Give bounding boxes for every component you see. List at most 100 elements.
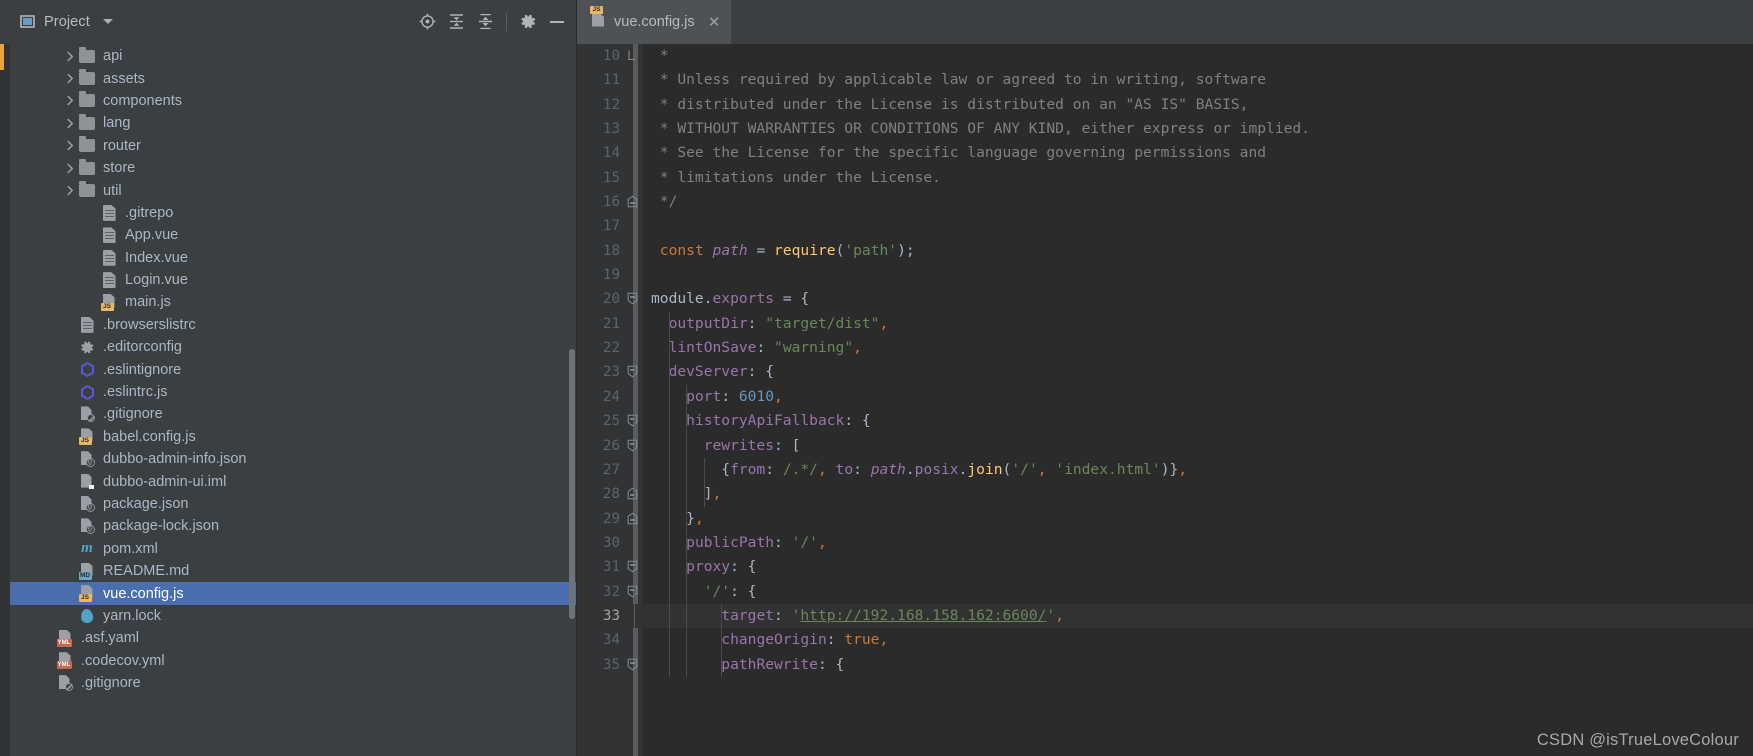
settings-button[interactable] [515, 9, 541, 35]
chevron-right-icon[interactable] [62, 135, 78, 157]
tree-item-main-js[interactable]: JS main.js [10, 291, 576, 313]
fold-fold-close-icon[interactable] [623, 190, 647, 214]
tree-item-vue-config-js[interactable]: JS vue.config.js [10, 582, 576, 605]
fold-fold-open-icon[interactable] [623, 287, 647, 311]
close-icon[interactable]: ✕ [708, 15, 721, 30]
chevron-right-icon[interactable] [62, 45, 78, 67]
tree-item-label: api [103, 48, 123, 65]
code-line: 23 devServer: { [577, 360, 1753, 385]
tree-item-asf-yaml[interactable]: YML .asf.yaml [10, 627, 576, 649]
code-text: publicPath: '/', [686, 533, 827, 551]
chevron-right-icon[interactable] [62, 157, 78, 179]
project-panel-title-group[interactable]: Project [20, 14, 113, 30]
tree-arrow-placeholder [40, 627, 56, 649]
indent-guide [668, 409, 670, 434]
project-panel-header: Project [10, 0, 576, 44]
tree-item-router[interactable]: router [10, 135, 576, 157]
chevron-down-icon[interactable] [102, 19, 113, 24]
fold-fold-end-icon[interactable] [623, 44, 647, 68]
tree-item-package-json[interactable]: {} package.json [10, 493, 576, 515]
code-editor[interactable]: 10 * 11 * Unless required by applicable … [577, 44, 1753, 756]
tree-item-editorconfig[interactable]: .editorconfig [10, 336, 576, 358]
tree-item-package-lock-json[interactable]: {} package-lock.json [10, 515, 576, 537]
tree-item-browserslistrc[interactable]: .browserslistrc [10, 314, 576, 336]
tabbar-empty-area [730, 0, 1753, 44]
fold-fold-open-icon[interactable] [623, 360, 647, 385]
fold-fold-open-icon[interactable] [623, 653, 647, 677]
js-file-icon: JS [78, 585, 96, 603]
line-number: 20 [602, 291, 620, 308]
tree-arrow-placeholder [62, 426, 78, 448]
line-number: 29 [602, 510, 620, 527]
indent-guide [686, 555, 688, 580]
tree-item-babel-config-js[interactable]: JS babel.config.js [10, 426, 576, 448]
tree-item-label: .gitignore [81, 675, 141, 692]
code-content[interactable]: 10 * 11 * Unless required by applicable … [577, 44, 1753, 756]
tree-item-gitignore[interactable]: .gitignore [10, 403, 576, 425]
tree-item-gitrepo[interactable]: .gitrepo [10, 202, 576, 224]
tree-item-lang[interactable]: lang [10, 112, 576, 134]
indent-guide [703, 482, 705, 507]
code-line: 27 {from: /.*/, to: path.posix.join('/',… [577, 457, 1753, 483]
tree-item-store[interactable]: store [10, 157, 576, 179]
chevron-right-icon[interactable] [62, 90, 78, 112]
fold-fold-open-icon[interactable] [623, 433, 647, 458]
code-text: */ [651, 193, 678, 211]
tree-item-label: .eslintrc.js [103, 384, 168, 401]
tree-item-eslintrc-js[interactable]: .eslintrc.js [10, 381, 576, 403]
file-icon [78, 316, 96, 334]
tree-item-app-vue[interactable]: App.vue [10, 224, 576, 246]
scroll-from-source-button[interactable] [414, 9, 440, 35]
tree-item-readme-md[interactable]: MD README.md [10, 560, 576, 582]
tree-item-index-vue[interactable]: Index.vue [10, 247, 576, 269]
chevron-right-icon[interactable] [62, 68, 78, 90]
editor-tab-label: vue.config.js [614, 14, 695, 30]
tree-item-dubbo-admin-ui-iml[interactable]: dubbo-admin-ui.iml [10, 470, 576, 492]
code-line: 19 [577, 263, 1753, 287]
fold-fold-close-icon[interactable] [623, 482, 647, 507]
tree-item-label: .gitrepo [125, 204, 174, 221]
code-text: proxy: { [686, 558, 757, 576]
tree-item-assets[interactable]: assets [10, 67, 576, 89]
code-text: * Unless required by applicable law or a… [651, 71, 1267, 89]
project-tree-scrollbar[interactable] [569, 349, 575, 619]
expand-all-button[interactable] [443, 9, 469, 35]
tree-item-gitignore[interactable]: .gitignore [10, 672, 576, 694]
fold-fold-close-icon[interactable] [623, 507, 647, 531]
tree-item-api[interactable]: api [10, 45, 576, 67]
tree-item-util[interactable]: util [10, 179, 576, 201]
hide-panel-button[interactable] [544, 9, 570, 35]
tree-item-yarn-lock[interactable]: yarn.lock [10, 605, 576, 627]
tree-item-label: main.js [125, 294, 171, 311]
file-icon [100, 271, 118, 289]
tree-item-pom-xml[interactable]: m pom.xml [10, 538, 576, 560]
editor-tab[interactable]: JS vue.config.js ✕ [577, 0, 731, 44]
url-link[interactable]: http://192.168.158.162:6600/ [800, 607, 1046, 624]
fold-fold-open-icon[interactable] [623, 555, 647, 579]
tree-item-label: assets [103, 70, 145, 87]
tree-item-codecov-yml[interactable]: YML .codecov.yml [10, 650, 576, 672]
tree-item-login-vue[interactable]: Login.vue [10, 269, 576, 291]
chevron-right-icon[interactable] [62, 180, 78, 202]
project-tree: api assets components lang router store util .g… [10, 44, 576, 694]
eslint-icon [78, 361, 96, 379]
fold-rail [634, 433, 635, 458]
tree-item-components[interactable]: components [10, 90, 576, 112]
code-text: target: 'http://192.168.158.162:6600/', [721, 606, 1064, 624]
tree-item-dubbo-admin-info-json[interactable]: {} dubbo-admin-info.json [10, 448, 576, 470]
code-text: }, [651, 509, 704, 527]
fold-fold-open-icon[interactable] [623, 579, 647, 604]
fold-fold-open-icon[interactable] [623, 409, 647, 434]
collapse-all-button[interactable] [472, 9, 498, 35]
chevron-right-icon[interactable] [62, 112, 78, 134]
line-number: 21 [602, 315, 620, 332]
indent-guide [668, 530, 670, 556]
fold-gutter-cell [623, 93, 647, 117]
fold-gutter-cell [623, 239, 647, 263]
tree-item-eslintignore[interactable]: .eslintignore [10, 358, 576, 380]
folder-icon [78, 158, 96, 177]
